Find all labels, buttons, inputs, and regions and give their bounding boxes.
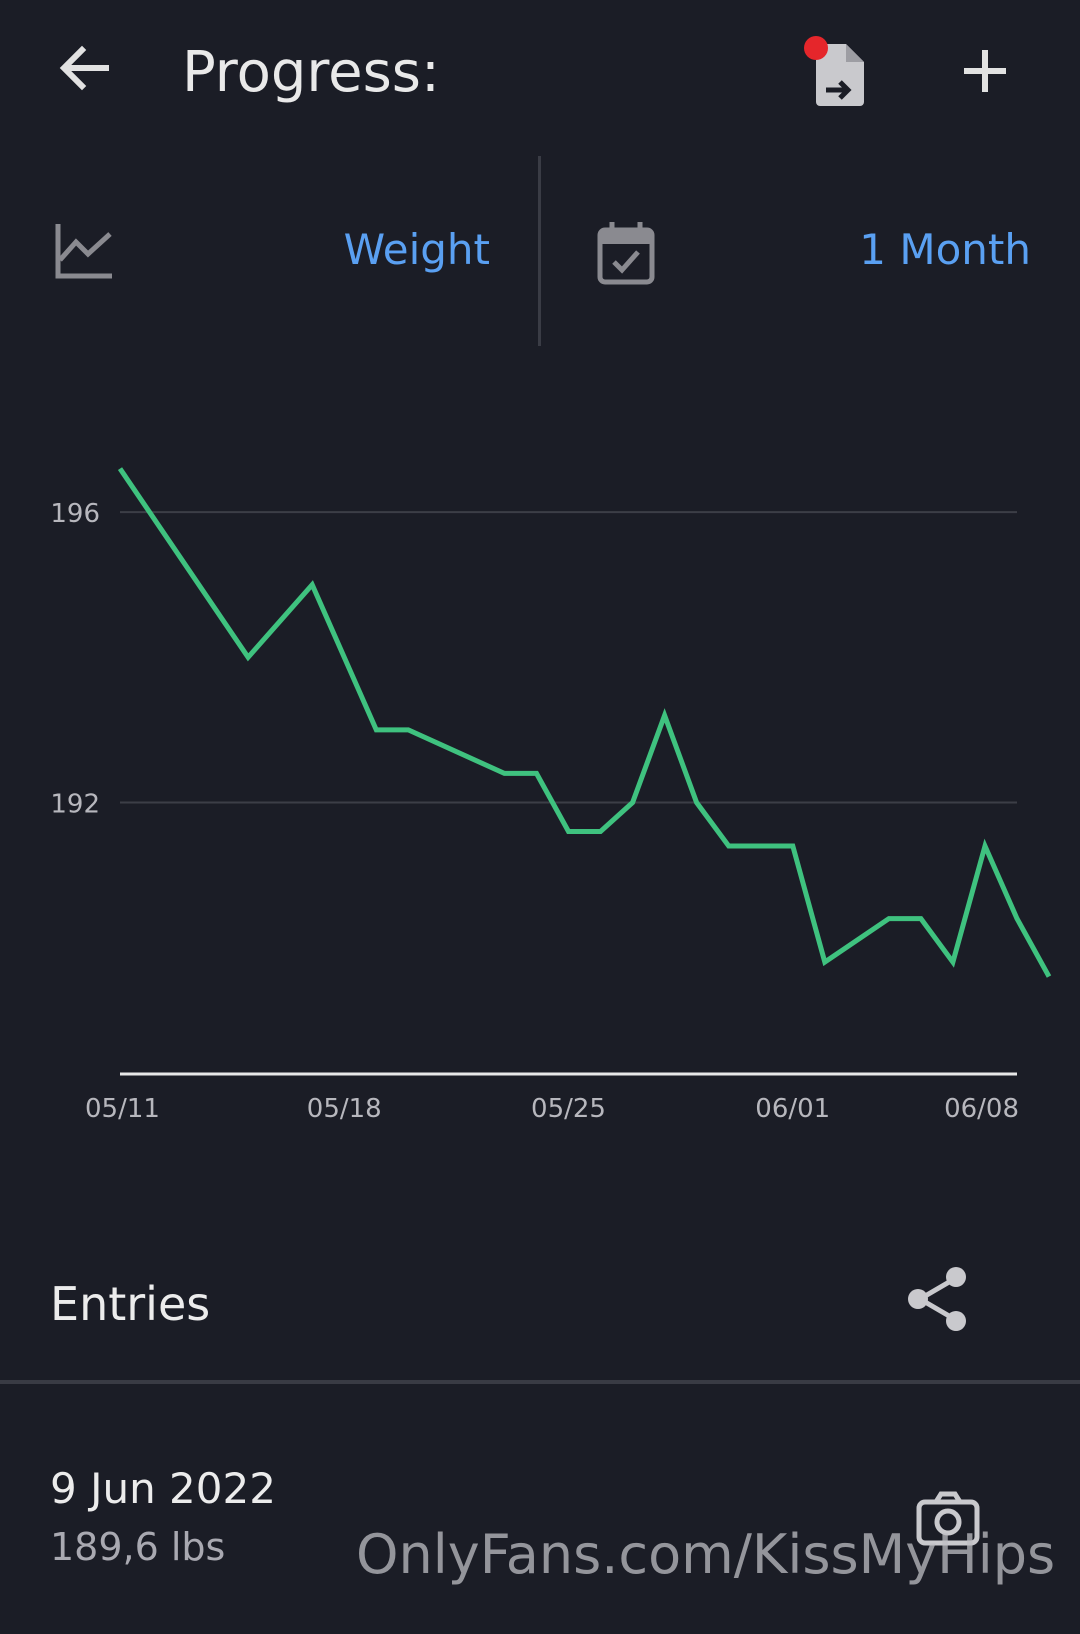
entry-weight: 189,6 lbs (50, 1525, 226, 1569)
line-chart-icon[interactable] (54, 220, 114, 280)
period-selector[interactable]: 1 Month (859, 222, 1031, 278)
x-tick-label: 06/08 (944, 1094, 1019, 1124)
weight-line-chart: 196 192 05/11 05/18 05/25 06/01 06/08 (50, 467, 1052, 1124)
share-icon[interactable] (906, 1266, 970, 1332)
metric-selector[interactable]: Weight (344, 222, 490, 278)
x-tick-label: 06/01 (755, 1094, 830, 1124)
page-title: Progress: (182, 40, 440, 105)
entries-divider (0, 1380, 1080, 1384)
notification-dot (804, 36, 828, 60)
x-tick-label: 05/18 (307, 1094, 382, 1124)
x-tick-label: 05/25 (531, 1094, 606, 1124)
app-bar (0, 0, 1080, 150)
entries-title: Entries (50, 1277, 211, 1331)
file-export-icon[interactable] (804, 30, 876, 110)
y-tick-label: 192 (50, 789, 100, 819)
series-line-0 (117, 467, 1052, 978)
plus-icon[interactable] (960, 46, 1010, 96)
y-tick-label: 196 (50, 499, 100, 529)
filter-divider (538, 156, 541, 346)
calendar-check-icon[interactable] (596, 220, 656, 286)
arrow-left-icon[interactable] (56, 40, 112, 96)
watermark-text: OnlyFans.com/KissMyHips (356, 1523, 1056, 1586)
entry-date[interactable]: 9 Jun 2022 (50, 1462, 276, 1516)
x-tick-label: 05/11 (85, 1094, 160, 1124)
